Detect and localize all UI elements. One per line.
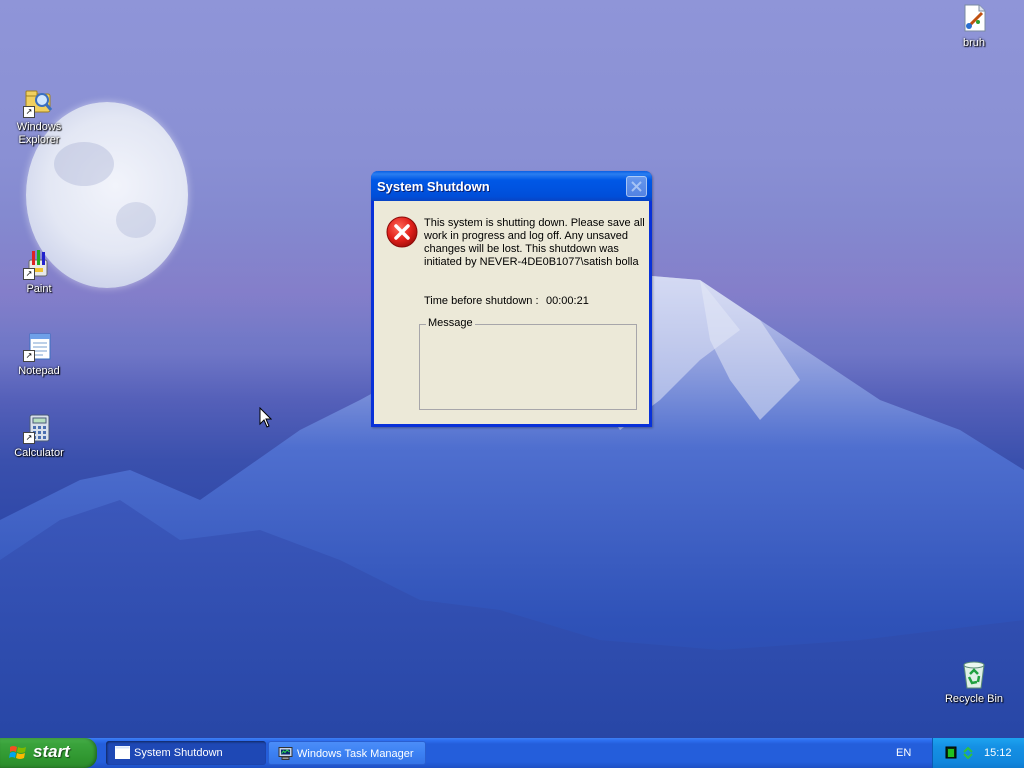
clock[interactable]: 15:12 [984, 747, 1012, 759]
time-before-shutdown-label: Time before shutdown : [424, 295, 539, 307]
dialog-title: System Shutdown [377, 179, 490, 194]
windows-explorer-icon: ↗ [23, 86, 55, 118]
desktop-icon-label: bruh [962, 37, 986, 49]
recycle-bin-icon [958, 658, 990, 690]
taskbar-button-label: Windows Task Manager [297, 748, 414, 760]
message-groupbox-label: Message [426, 317, 475, 329]
message-groupbox: Message [419, 317, 637, 410]
error-icon [386, 216, 418, 248]
dialog-titlebar[interactable]: System Shutdown [371, 171, 652, 201]
desktop-icon-bruh[interactable]: bruh [936, 2, 1012, 50]
desktop: ↗ Windows Explorer ↗ Paint ↗ Notepad ↗ C… [0, 0, 1024, 768]
shutdown-message: This system is shutting down. Please sav… [424, 217, 645, 268]
paint-icon: ↗ [23, 248, 55, 280]
desktop-icon-notepad[interactable]: ↗ Notepad [1, 330, 77, 378]
calculator-icon: ↗ [23, 412, 55, 444]
desktop-icon-windows-explorer[interactable]: ↗ Windows Explorer [1, 86, 77, 147]
task-manager-icon [278, 747, 293, 760]
task-manager-tray-icon[interactable] [945, 746, 957, 759]
desktop-icon-calculator[interactable]: ↗ Calculator [1, 412, 77, 460]
close-icon [631, 181, 642, 192]
windows-logo-icon [9, 746, 26, 759]
desktop-icon-paint[interactable]: ↗ Paint [1, 248, 77, 296]
taskbar: start System Shutdown Windows Task Manag… [0, 738, 1024, 768]
desktop-icon-label: Paint [26, 283, 52, 295]
desktop-icon-label: Windows Explorer [16, 121, 62, 146]
mouse-cursor-icon [259, 407, 272, 428]
taskbar-button-task-manager[interactable]: Windows Task Manager [268, 741, 426, 765]
start-label: start [33, 742, 70, 761]
taskbar-button-label: System Shutdown [134, 747, 223, 759]
desktop-icon-label: Notepad [18, 365, 60, 377]
desktop-icon-label: Recycle Bin [944, 693, 1004, 705]
paint-file-icon [958, 2, 990, 34]
system-tray: 15:12 [932, 738, 1024, 768]
window-icon [115, 746, 130, 759]
close-button[interactable] [626, 176, 647, 197]
taskbar-button-system-shutdown[interactable]: System Shutdown [106, 741, 266, 765]
desktop-icon-label: Calculator [14, 447, 64, 459]
language-indicator[interactable]: EN [896, 747, 911, 759]
system-shutdown-dialog: System Shutdown This system is shutting [371, 171, 652, 427]
notepad-icon: ↗ [23, 330, 55, 362]
start-button[interactable]: start [0, 738, 97, 768]
network-icon[interactable] [962, 746, 974, 759]
countdown-timer: 00:00:21 [546, 295, 589, 307]
desktop-icon-recycle-bin[interactable]: Recycle Bin [936, 658, 1012, 706]
